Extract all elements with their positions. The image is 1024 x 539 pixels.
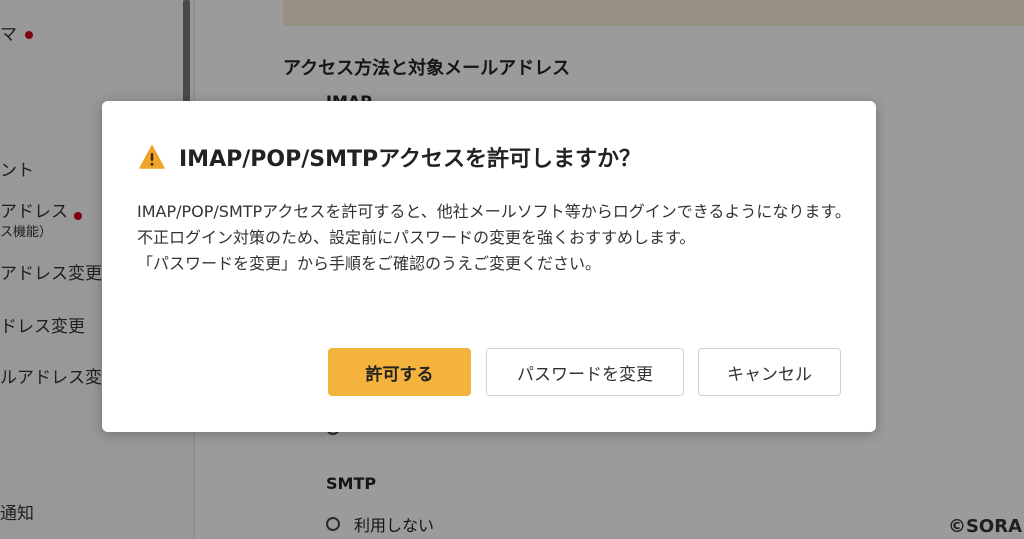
dialog-title: IMAP/POP/SMTPアクセスを許可しますか？ xyxy=(179,147,642,172)
warning-icon xyxy=(139,145,165,169)
change-password-button[interactable]: パスワードを変更 xyxy=(486,348,684,396)
confirm-dialog: IMAP/POP/SMTPアクセスを許可しますか？ IMAP/POP/SMTPア… xyxy=(102,101,876,432)
cancel-button[interactable]: キャンセル xyxy=(698,348,841,396)
dialog-message-line: IMAP/POP/SMTPアクセスを許可すると、他社メールソフト等からログインで… xyxy=(137,202,851,221)
dialog-message-line: 「パスワードを変更」から手順をご確認のうえご変更ください。 xyxy=(137,254,602,273)
allow-button[interactable]: 許可する xyxy=(328,348,471,396)
dialog-message: IMAP/POP/SMTPアクセスを許可すると、他社メールソフト等からログインで… xyxy=(137,199,852,277)
dialog-header: IMAP/POP/SMTPアクセスを許可しますか？ xyxy=(139,141,641,173)
dialog-message-line: 不正ログイン対策のため、設定前にパスワードの変更を強くおすすめします。 xyxy=(137,228,696,247)
